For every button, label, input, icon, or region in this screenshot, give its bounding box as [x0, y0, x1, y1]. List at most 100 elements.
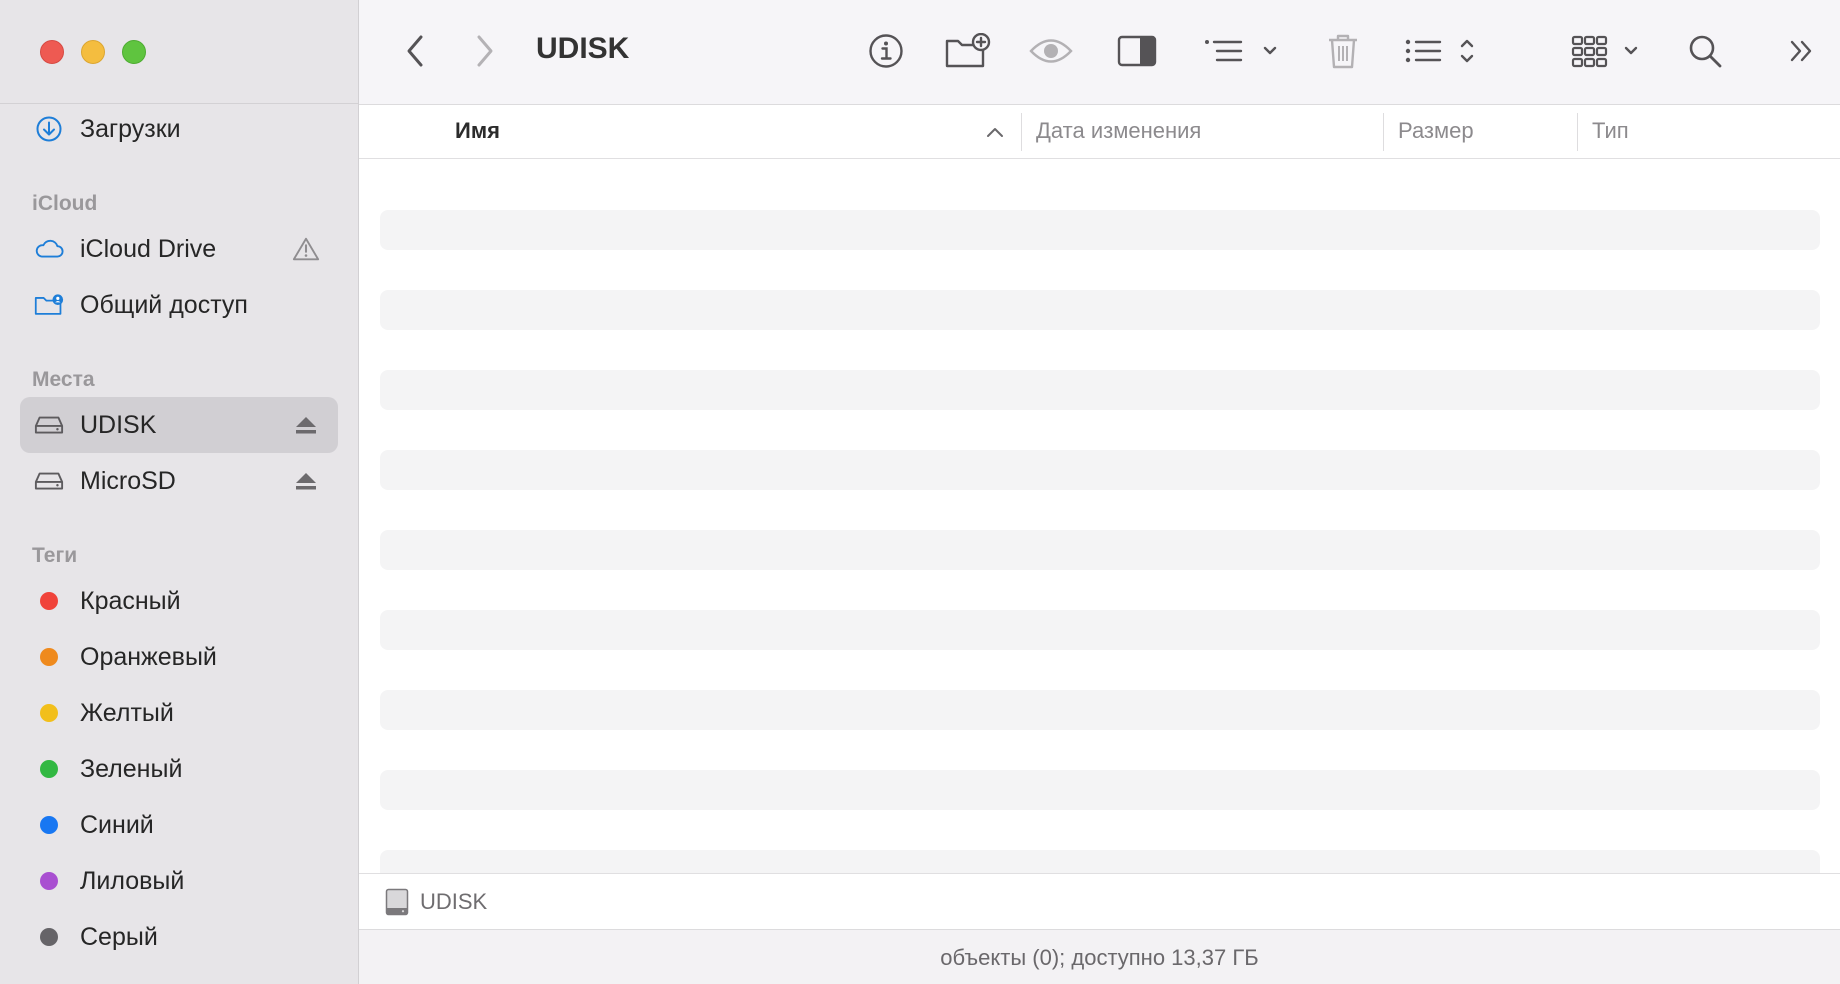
- sidebar-item-label: Желтый: [80, 698, 174, 727]
- column-divider[interactable]: [1021, 113, 1022, 151]
- minimize-window-button[interactable]: [81, 40, 105, 64]
- view-options-button[interactable]: [1404, 28, 1480, 74]
- window-controls: [40, 40, 146, 64]
- sidebar-section-title: Места: [32, 368, 95, 391]
- list-stripe: [380, 530, 1820, 570]
- orange-tag-dot-icon: [40, 648, 58, 666]
- tag-dot-icon: [34, 811, 64, 839]
- warning-icon[interactable]: [292, 235, 320, 263]
- view-options-icon: [1405, 39, 1474, 63]
- sidebar-section-title: iCloud: [32, 192, 98, 215]
- list-stripe: [380, 610, 1820, 650]
- eject-icon[interactable]: [292, 467, 320, 495]
- back-button[interactable]: [399, 28, 431, 74]
- drive-icon: [34, 467, 64, 495]
- sidebar-item-label: iCloud Drive: [80, 234, 217, 263]
- sidebar-item-label: Общий доступ: [80, 290, 248, 319]
- group-by-icon: [1205, 40, 1277, 62]
- forward-button[interactable]: [469, 28, 501, 74]
- column-divider[interactable]: [1383, 113, 1384, 151]
- sidebar-item-label: Зеленый: [80, 754, 183, 783]
- sidebar-item-udisk[interactable]: UDISK: [20, 397, 338, 453]
- list-stripe: [380, 850, 1820, 873]
- sidebar-item-icloud-drive[interactable]: iCloud Drive: [20, 221, 338, 277]
- sidebar-item-downloads[interactable]: Загрузки: [20, 101, 338, 157]
- column-date-modified[interactable]: Дата изменения: [1036, 118, 1201, 144]
- trash-button[interactable]: [1323, 28, 1363, 74]
- sidebar-item-tag-yellow[interactable]: Желтый: [20, 685, 338, 741]
- column-header: Имя Дата изменения Размер Тип: [359, 105, 1840, 159]
- info-icon: [869, 34, 903, 68]
- list-stripe: [380, 210, 1820, 250]
- info-button[interactable]: [866, 28, 906, 74]
- new-folder-button[interactable]: [944, 28, 992, 74]
- sidebar-item-tag-red[interactable]: Красный: [20, 573, 338, 629]
- chevron-left-icon: [407, 35, 423, 67]
- file-list[interactable]: [359, 159, 1840, 873]
- toolbar: UDISK: [359, 0, 1840, 105]
- close-window-button[interactable]: [40, 40, 64, 64]
- list-stripe: [380, 290, 1820, 330]
- list-stripe: [380, 450, 1820, 490]
- shared-folder-icon: [34, 291, 64, 319]
- sort-chevron-up-icon[interactable]: [986, 125, 1004, 143]
- column-type[interactable]: Тип: [1592, 118, 1629, 144]
- window-title: UDISK: [536, 32, 630, 65]
- path-item-label[interactable]: UDISK: [420, 889, 487, 915]
- chevron-right-icon: [477, 35, 493, 67]
- disk-icon[interactable]: [385, 888, 409, 916]
- sidebar-item-label: Оранжевый: [80, 642, 217, 671]
- red-tag-dot-icon: [40, 592, 58, 610]
- preview-pane-button[interactable]: [1115, 28, 1159, 74]
- sidebar: Загрузки iCloud iCloud Drive Общий досту…: [0, 0, 359, 984]
- list-stripe: [380, 770, 1820, 810]
- sidebar-item-tag-green[interactable]: Зеленый: [20, 741, 338, 797]
- sidebar-item-tag-orange[interactable]: Оранжевый: [20, 629, 338, 685]
- search-icon: [1689, 35, 1722, 68]
- icon-view-button[interactable]: [1571, 28, 1645, 74]
- column-divider[interactable]: [1577, 113, 1578, 151]
- blue-tag-dot-icon: [40, 816, 58, 834]
- sidebar-section-title: Теги: [32, 544, 78, 567]
- sidebar-item-tag-gray[interactable]: Серый: [20, 909, 338, 965]
- tag-dot-icon: [34, 643, 64, 671]
- sidebar-item-microsd[interactable]: MicroSD: [20, 453, 338, 509]
- trash-icon: [1329, 34, 1357, 69]
- list-stripe: [380, 370, 1820, 410]
- more-toolbar-button[interactable]: [1784, 28, 1820, 74]
- zoom-window-button[interactable]: [122, 40, 146, 64]
- column-name[interactable]: Имя: [455, 118, 500, 144]
- gray-tag-dot-icon: [40, 928, 58, 946]
- sidebar-item-shared[interactable]: Общий доступ: [20, 277, 338, 333]
- sidebar-item-label: Загрузки: [80, 114, 181, 143]
- path-bar: UDISK: [359, 873, 1840, 930]
- download-icon: [34, 115, 64, 143]
- status-text: объекты (0); доступно 13,37 ГБ: [940, 944, 1259, 970]
- tag-dot-icon: [34, 587, 64, 615]
- sidebar-item-tag-purple[interactable]: Лиловый: [20, 853, 338, 909]
- quick-look-eye-icon: [1029, 39, 1073, 63]
- quick-look-button[interactable]: [1027, 28, 1075, 74]
- tag-dot-icon: [34, 867, 64, 895]
- list-stripe: [380, 690, 1820, 730]
- sidebar-item-label: Синий: [80, 810, 154, 839]
- sidebar-item-label: Серый: [80, 922, 158, 951]
- status-bar: объекты (0); доступно 13,37 ГБ: [359, 929, 1840, 984]
- eject-icon[interactable]: [292, 411, 320, 439]
- column-size[interactable]: Размер: [1398, 118, 1474, 144]
- sidebar-item-label: Красный: [80, 586, 181, 615]
- sidebar-item-label: UDISK: [80, 410, 157, 439]
- sidebar-item-tag-blue[interactable]: Синий: [20, 797, 338, 853]
- purple-tag-dot-icon: [40, 872, 58, 890]
- more-chevrons-icon: [1790, 40, 1812, 62]
- finder-window: Загрузки iCloud iCloud Drive Общий досту…: [0, 0, 1840, 984]
- new-folder-icon: [945, 33, 991, 68]
- sidebar-item-label: Лиловый: [80, 866, 185, 895]
- group-by-button[interactable]: [1203, 28, 1283, 74]
- icon-view-icon: [1571, 35, 1638, 68]
- search-button[interactable]: [1685, 28, 1725, 74]
- yellow-tag-dot-icon: [40, 704, 58, 722]
- drive-icon: [34, 411, 64, 439]
- cloud-icon: [34, 235, 64, 263]
- sidebar-item-label: MicroSD: [80, 466, 176, 495]
